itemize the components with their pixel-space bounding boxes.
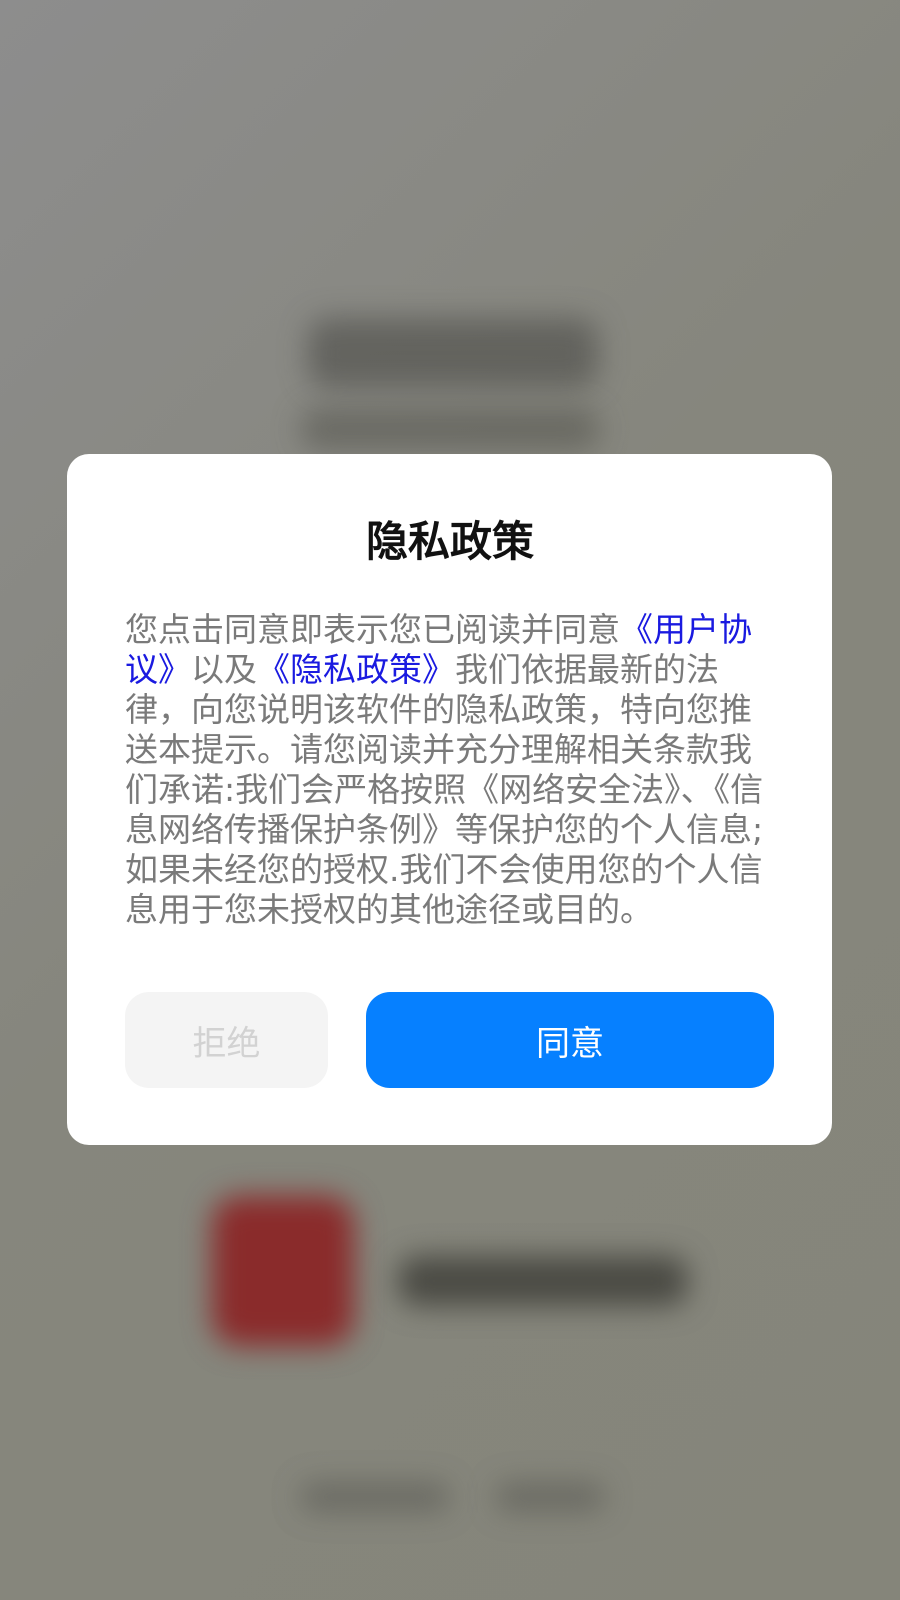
blurred-brand-name (398, 1256, 688, 1306)
reject-button[interactable]: 拒绝 (125, 992, 328, 1088)
blurred-app-title (308, 318, 598, 388)
blurred-footer-text-right (495, 1482, 605, 1512)
blurred-app-logo (212, 1196, 354, 1346)
body-rest-text: 我们依据最新的法律，向您说明该软件的隐私政策，特向您推送本提示。请您阅读并充分理… (125, 650, 764, 929)
dialog-body-text: 您点击同意即表示您已阅读并同意《用户协议》以及《隐私政策》我们依据最新的法律，向… (125, 610, 775, 930)
agree-button[interactable]: 同意 (366, 992, 774, 1088)
body-and-text: 以及 (191, 650, 257, 689)
privacy-policy-link[interactable]: 《隐私政策》 (257, 650, 455, 689)
blurred-footer-text-left (300, 1482, 450, 1512)
agree-button-label: 同意 (536, 1023, 604, 1064)
body-intro-text: 您点击同意即表示您已阅读并同意 (125, 610, 620, 649)
dialog-title: 隐私政策 (365, 517, 534, 566)
blurred-app-subtitle (300, 408, 600, 450)
reject-button-label: 拒绝 (192, 1023, 261, 1064)
